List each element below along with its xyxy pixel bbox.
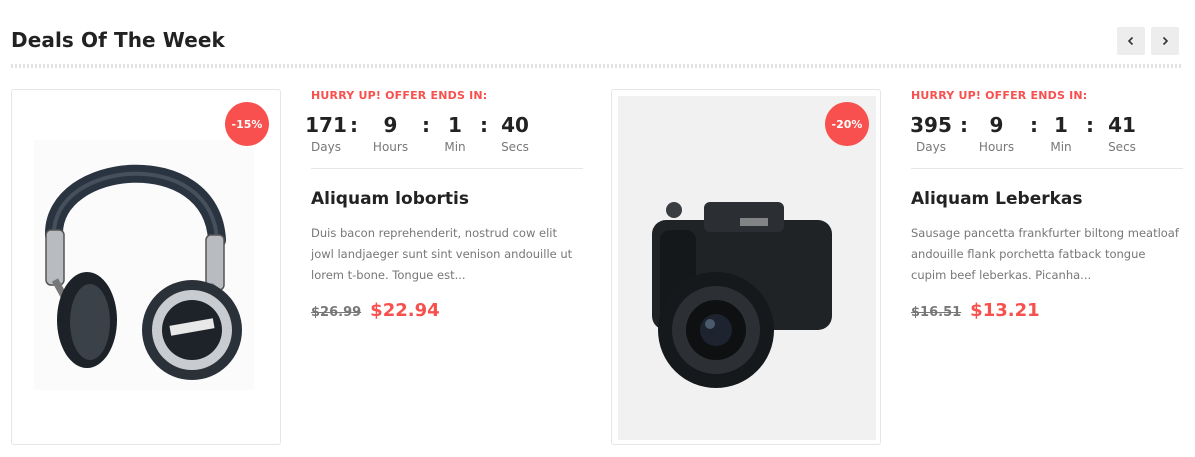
prev-button[interactable] [1117, 27, 1145, 55]
offer-ends-label: HURRY UP! OFFER ENDS IN: [911, 89, 1088, 102]
countdown-min: 1 Min [1047, 114, 1075, 156]
chevron-left-icon [1127, 36, 1134, 46]
deal-image-camera[interactable]: -20% [611, 89, 881, 445]
countdown-timer: 395 Days : 9 Hours : 1 Min : 41 Secs [910, 113, 1183, 156]
section-title: Deals Of The Week [11, 28, 225, 52]
deal-info: HURRY UP! OFFER ENDS IN: 395 Days : 9 Ho… [910, 89, 1183, 321]
info-divider [311, 168, 583, 169]
countdown-days: 171 Days [305, 114, 347, 156]
countdown-secs-label: Secs [501, 140, 529, 154]
deal-image-headphones[interactable]: -15% [11, 89, 281, 445]
countdown-secs: 40 Secs [497, 114, 533, 156]
countdown-separator: : [1030, 113, 1038, 137]
old-price: $16.51 [911, 305, 962, 320]
sale-price: $22.94 [370, 300, 440, 321]
countdown-min-label: Min [444, 140, 466, 154]
countdown-separator: : [480, 113, 488, 137]
countdown-days-label: Days [916, 140, 946, 154]
countdown-hours: 9 Hours [368, 114, 413, 156]
countdown-separator: : [422, 113, 430, 137]
sale-price: $13.21 [970, 300, 1040, 321]
price-block: $16.51 $13.21 [911, 300, 1183, 321]
countdown-hours-label: Hours [978, 140, 1015, 154]
countdown-hours-label: Hours [372, 140, 409, 154]
offer-ends-label: HURRY UP! OFFER ENDS IN: [311, 89, 488, 102]
countdown-min: 1 Min [441, 114, 469, 156]
countdown-separator: : [350, 113, 358, 137]
chevron-right-icon [1162, 36, 1169, 46]
countdown-min-label: Min [1050, 140, 1072, 154]
countdown-hours: 9 Hours [974, 114, 1019, 156]
countdown-separator: : [960, 113, 968, 137]
price-block: $26.99 $22.94 [311, 300, 583, 321]
countdown-timer: 171 Days : 9 Hours : 1 Min : 40 Secs [305, 113, 583, 156]
product-name-link[interactable]: Aliquam lobortis [311, 189, 583, 209]
countdown-days-value: 395 [910, 113, 952, 137]
countdown-secs-label: Secs [1108, 140, 1136, 154]
info-divider [911, 168, 1183, 169]
countdown-hours-value: 9 [989, 113, 1004, 137]
discount-badge: -15% [225, 102, 269, 146]
product-description: Sausage pancetta frankfurter biltong mea… [911, 226, 1179, 282]
countdown-days-value: 171 [305, 113, 347, 137]
countdown-secs-value: 40 [501, 113, 529, 137]
deal-info: HURRY UP! OFFER ENDS IN: 171 Days : 9 Ho… [305, 89, 583, 321]
product-description: Duis bacon reprehenderit, nostrud cow el… [311, 226, 573, 282]
next-button[interactable] [1151, 27, 1179, 55]
countdown-min-value: 1 [448, 113, 462, 137]
countdown-secs: 41 Secs [1104, 114, 1140, 156]
title-divider [11, 64, 1182, 68]
countdown-days: 395 Days [910, 113, 952, 156]
old-price: $26.99 [311, 305, 362, 320]
discount-badge: -20% [825, 102, 869, 146]
countdown-separator: : [1086, 113, 1094, 137]
countdown-hours-value: 9 [383, 113, 398, 137]
countdown-days-label: Days [311, 140, 341, 154]
countdown-secs-value: 41 [1108, 113, 1136, 137]
countdown-min-value: 1 [1054, 113, 1068, 137]
product-name-link[interactable]: Aliquam Leberkas [911, 189, 1183, 209]
